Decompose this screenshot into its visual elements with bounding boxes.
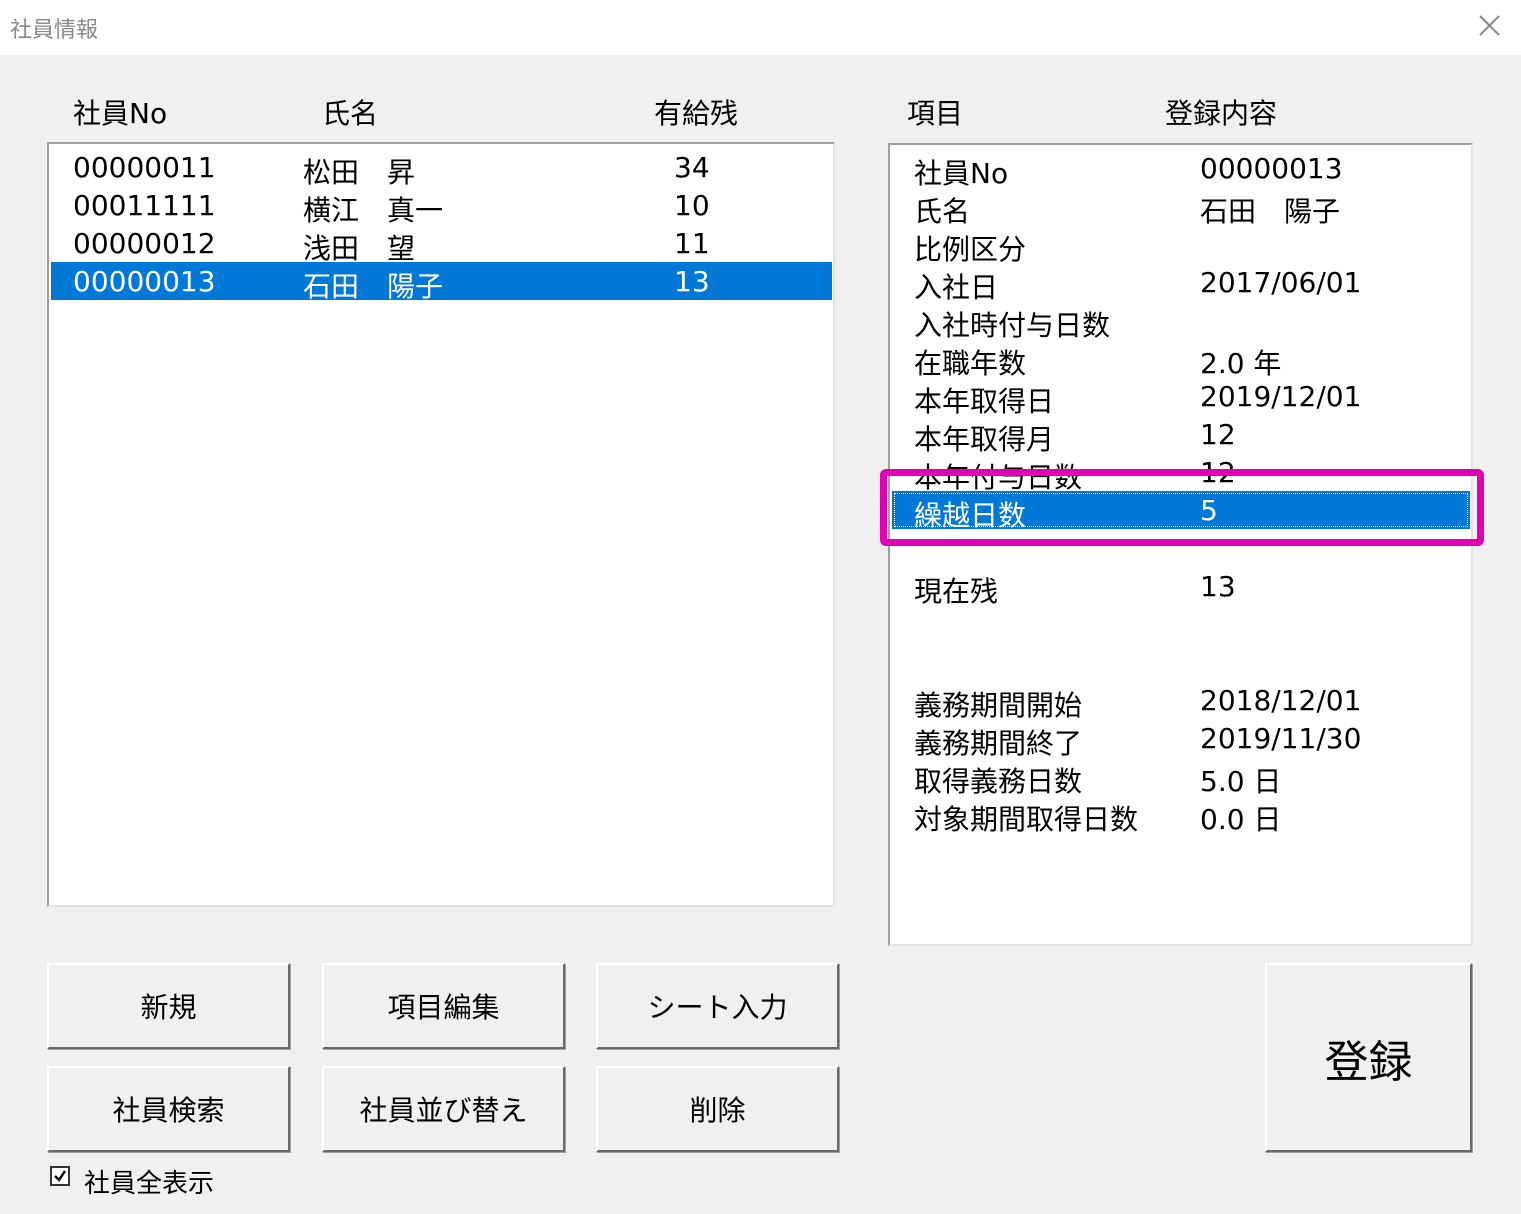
close-icon [1479,15,1500,36]
detail-value: 2.0 年 [1200,347,1282,380]
employee-row[interactable]: 00000012 浅田 望 11 [51,224,832,265]
detail-row[interactable]: 社員No 00000013 [892,149,1470,190]
detail-item: 繰越日数 [914,499,1027,532]
employee-paid-leave: 13 [674,265,710,298]
detail-item: 本年付与日数 [914,461,1083,494]
search-employee-button[interactable]: 社員検索 [47,1066,290,1152]
detail-item: 本年取得日 [914,385,1055,418]
detail-item: 義務期間終了 [914,727,1083,760]
checkbox-label: 社員全表示 [84,1169,215,1199]
detail-item: 義務期間開始 [914,689,1083,722]
checkmark-icon [54,1170,66,1182]
detail-row[interactable]: 取得義務日数 5.0 日 [892,757,1470,798]
employee-row[interactable]: 00000011 松田 昇 34 [51,148,832,189]
detail-row[interactable]: 本年付与日数 12 [892,453,1470,494]
detail-row[interactable]: 本年取得月 12 [892,415,1470,456]
employee-no: 00000012 [73,227,216,260]
detail-value: 13 [1200,570,1236,603]
header-paid-leave: 有給残 [654,97,739,130]
detail-item: 本年取得月 [914,423,1055,456]
detail-value: 石田 陽子 [1200,195,1341,228]
detail-row[interactable]: 義務期間終了 2019/11/30 [892,719,1470,760]
edit-items-button[interactable]: 項目編集 [322,963,565,1049]
detail-item: 対象期間取得日数 [914,803,1139,836]
detail-value: 0.0 日 [1200,803,1282,836]
detail-value: 2018/12/01 [1200,684,1362,717]
detail-value: 5 [1200,494,1218,527]
detail-row[interactable]: 本年取得日 2019/12/01 [892,377,1470,418]
detail-item: 取得義務日数 [914,765,1083,798]
employee-paid-leave: 10 [674,189,710,222]
checkbox-box[interactable] [50,1166,70,1186]
employee-row-selected[interactable]: 00000013 石田 陽子 13 [51,262,832,303]
detail-value: 2019/11/30 [1200,722,1362,755]
detail-value: 12 [1200,418,1236,451]
detail-row[interactable]: 現在残 13 [892,567,1470,608]
employee-no: 00011111 [73,189,216,222]
detail-item: 入社日 [914,271,999,304]
detail-value: 12 [1200,456,1236,489]
employee-row[interactable]: 00011111 横江 真一 10 [51,186,832,227]
delete-button[interactable]: 削除 [596,1066,839,1152]
detail-row[interactable]: 氏名 石田 陽子 [892,187,1470,228]
window-title: 社員情報 [10,18,99,43]
employee-no: 00000013 [73,265,216,298]
detail-row[interactable]: 入社日 2017/06/01 [892,263,1470,304]
detail-row-selected[interactable]: 繰越日数 5 [892,491,1470,532]
employee-name: 石田 陽子 [303,270,444,303]
detail-value: 00000013 [1200,152,1343,185]
title-bar: 社員情報 [0,0,1521,55]
header-content: 登録内容 [1165,97,1278,130]
new-button[interactable]: 新規 [47,963,290,1049]
employee-name: 浅田 望 [303,232,416,265]
close-button[interactable] [1471,8,1507,44]
header-name: 氏名 [322,97,379,130]
detail-item: 氏名 [914,195,971,228]
detail-row[interactable]: 入社時付与日数 [892,301,1470,342]
employee-no: 00000011 [73,151,216,184]
detail-row[interactable]: 義務期間開始 2018/12/01 [892,681,1470,722]
employee-paid-leave: 34 [674,151,710,184]
detail-value: 5.0 日 [1200,765,1282,798]
detail-item: 入社時付与日数 [914,309,1111,342]
sheet-input-button[interactable]: シート入力 [596,963,839,1049]
detail-value: 2017/06/01 [1200,266,1362,299]
detail-item: 比例区分 [914,233,1027,266]
employee-paid-leave: 11 [674,227,710,260]
detail-item: 現在残 [914,575,999,608]
register-button[interactable]: 登録 [1265,963,1472,1152]
detail-item: 社員No [914,157,1009,190]
detail-list[interactable]: 社員No 00000013 氏名 石田 陽子 比例区分 入社日 2017/06/… [888,143,1473,946]
detail-item: 在職年数 [914,347,1027,380]
detail-row[interactable]: 対象期間取得日数 0.0 日 [892,795,1470,836]
detail-row[interactable]: 在職年数 2.0 年 [892,339,1470,380]
employee-name: 横江 真一 [303,194,444,227]
employee-name: 松田 昇 [303,156,416,189]
header-employee-no: 社員No [73,97,168,130]
header-item: 項目 [907,97,964,130]
employee-list[interactable]: 00000011 松田 昇 34 00011111 横江 真一 10 00000… [47,142,835,907]
detail-value: 2019/12/01 [1200,380,1362,413]
sort-employee-button[interactable]: 社員並び替え [322,1066,565,1152]
detail-row[interactable]: 比例区分 [892,225,1470,266]
